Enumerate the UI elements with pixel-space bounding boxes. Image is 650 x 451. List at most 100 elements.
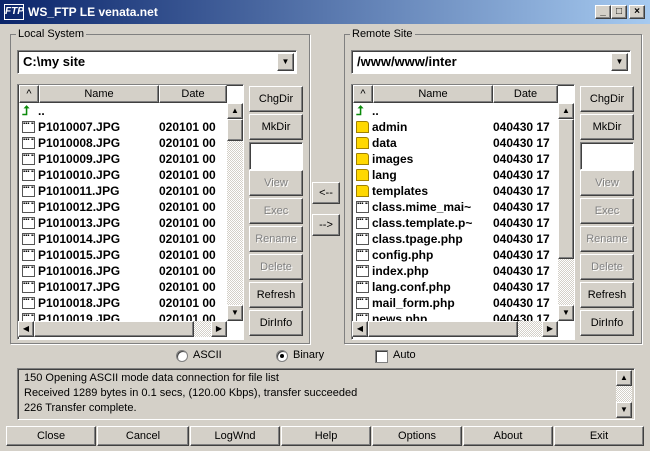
file-row[interactable]: ▪▪▪ ▪▪▪ ▪▪▪P1010012.JPG 020101 00	[18, 199, 227, 215]
remote-path-combo[interactable]: /www/www/inter ▼	[351, 50, 631, 74]
remote-exec-button[interactable]: Exec	[580, 198, 634, 224]
file-row[interactable]: ▪▪▪ ▪▪▪ ▪▪▪config.php 040430 17	[352, 247, 558, 263]
local-path-dropdown-icon[interactable]: ▼	[277, 53, 294, 71]
local-refresh-button[interactable]: Refresh	[249, 282, 303, 308]
remote-scroll-left-icon[interactable]: ◀	[352, 321, 368, 337]
remote-rename-button[interactable]: Rename	[580, 226, 634, 252]
remote-view-button[interactable]: View	[580, 170, 634, 196]
file-row[interactable]: ▪▪▪ ▪▪▪ ▪▪▪P1010015.JPG 020101 00	[18, 247, 227, 263]
remote-hscroll-track[interactable]: ◀ ▶	[352, 321, 558, 337]
remote-scroll-right-icon[interactable]: ▶	[542, 321, 558, 337]
maximize-button[interactable]: □	[611, 5, 627, 19]
local-path-text: C:\my site	[23, 54, 86, 69]
file-row[interactable]: ▪▪▪ ▪▪▪ ▪▪▪class.template.p~ 040430 17	[352, 215, 558, 231]
help-button[interactable]: Help	[281, 426, 371, 446]
local-delete-button[interactable]: Delete	[249, 254, 303, 280]
close-button[interactable]: Close	[6, 426, 96, 446]
file-row[interactable]: ▪▪▪ ▪▪▪ ▪▪▪P1010007.JPG 020101 00	[18, 119, 227, 135]
remote-path-text: /www/www/inter	[357, 54, 457, 69]
remote-vscroll-thumb[interactable]	[558, 119, 574, 259]
file-row[interactable]: ▪▪▪ ▪▪▪ ▪▪▪lang.conf.php 040430 17	[352, 279, 558, 295]
remote-vscroll-track[interactable]: ▲ ▼	[558, 103, 574, 321]
file-row[interactable]: ▪▪▪ ▪▪▪ ▪▪▪P1010009.JPG 020101 00	[18, 151, 227, 167]
exit-button[interactable]: Exit	[554, 426, 644, 446]
about-button[interactable]: About	[463, 426, 553, 446]
remote-file-list[interactable]: ^ Name Date ⮥.. admin 040430 17 data 040430 …	[351, 84, 575, 340]
file-icon: ▪▪▪ ▪▪▪ ▪▪▪	[356, 201, 369, 213]
file-row[interactable]: ⮥..	[18, 103, 227, 119]
message-log[interactable]: 150 Opening ASCII mode data connection f…	[17, 368, 635, 420]
file-row[interactable]: ▪▪▪ ▪▪▪ ▪▪▪class.mime_mai~ 040430 17	[352, 199, 558, 215]
local-sort-header[interactable]: ^	[19, 85, 39, 103]
local-vscroll-track[interactable]: ▲ ▼	[227, 103, 243, 321]
local-view-button[interactable]: View	[249, 170, 303, 196]
file-row[interactable]: ▪▪▪ ▪▪▪ ▪▪▪index.php 040430 17	[352, 263, 558, 279]
remote-scroll-down-icon[interactable]: ▼	[558, 305, 574, 321]
file-row[interactable]: ▪▪▪ ▪▪▪ ▪▪▪P1010010.JPG 020101 00	[18, 167, 227, 183]
local-chgdir-button[interactable]: ChgDir	[249, 86, 303, 112]
remote-sort-header[interactable]: ^	[353, 85, 373, 103]
local-scroll-up-icon[interactable]: ▲	[227, 103, 243, 119]
remote-chgdir-button[interactable]: ChgDir	[580, 86, 634, 112]
local-exec-button[interactable]: Exec	[249, 198, 303, 224]
remote-mkdir-button[interactable]: MkDir	[580, 114, 634, 140]
local-vscroll-thumb[interactable]	[227, 119, 243, 141]
local-rename-button[interactable]: Rename	[249, 226, 303, 252]
remote-path-dropdown-icon[interactable]: ▼	[611, 53, 628, 71]
download-button[interactable]: <--	[312, 182, 340, 204]
file-row[interactable]: lang 040430 17	[352, 167, 558, 183]
file-row[interactable]: ▪▪▪ ▪▪▪ ▪▪▪P1010013.JPG 020101 00	[18, 215, 227, 231]
local-hscroll-track[interactable]: ◀ ▶	[18, 321, 227, 337]
remote-date-header[interactable]: Date	[493, 85, 558, 103]
remote-scroll-up-icon[interactable]: ▲	[558, 103, 574, 119]
log-scroll-up-icon[interactable]: ▲	[616, 370, 632, 386]
log-vscroll-track[interactable]: ▲ ▼	[616, 370, 632, 418]
local-mkdir-button[interactable]: MkDir	[249, 114, 303, 140]
upload-button[interactable]: -->	[312, 214, 340, 236]
file-row[interactable]: admin 040430 17	[352, 119, 558, 135]
remote-filter-box[interactable]	[580, 142, 634, 170]
up-folder-icon: ⮥	[22, 103, 30, 118]
minimize-button[interactable]: _	[595, 5, 611, 19]
title-bar[interactable]: FTP WS_FTP LE venata.net _ □ ×	[0, 0, 650, 24]
local-name-header[interactable]: Name	[39, 85, 159, 103]
file-name: data	[372, 136, 397, 150]
local-dirinfo-button[interactable]: DirInfo	[249, 310, 303, 336]
local-date-header[interactable]: Date	[159, 85, 227, 103]
file-row[interactable]: ⮥..	[352, 103, 558, 119]
remote-name-header[interactable]: Name	[373, 85, 493, 103]
file-row[interactable]: ▪▪▪ ▪▪▪ ▪▪▪P1010014.JPG 020101 00	[18, 231, 227, 247]
log-scroll-down-icon[interactable]: ▼	[616, 402, 632, 418]
local-filter-box[interactable]	[249, 142, 303, 170]
options-button[interactable]: Options	[372, 426, 462, 446]
file-row[interactable]: ▪▪▪ ▪▪▪ ▪▪▪P1010018.JPG 020101 00	[18, 295, 227, 311]
file-row[interactable]: ▪▪▪ ▪▪▪ ▪▪▪class.tpage.php 040430 17	[352, 231, 558, 247]
file-row[interactable]: ▪▪▪ ▪▪▪ ▪▪▪P1010011.JPG 020101 00	[18, 183, 227, 199]
ascii-radio[interactable]	[176, 350, 188, 362]
file-row[interactable]: ▪▪▪ ▪▪▪ ▪▪▪P1010008.JPG 020101 00	[18, 135, 227, 151]
remote-hscroll-thumb[interactable]	[368, 321, 518, 337]
auto-checkbox[interactable]	[375, 350, 388, 363]
remote-dirinfo-button[interactable]: DirInfo	[580, 310, 634, 336]
local-file-list[interactable]: ^ Name Date ⮥..▪▪▪ ▪▪▪ ▪▪▪P1010007.JPG02…	[17, 84, 244, 340]
cancel-button[interactable]: Cancel	[97, 426, 189, 446]
file-name: P1010017.JPG	[38, 280, 121, 294]
file-row[interactable]: templates 040430 17	[352, 183, 558, 199]
remote-delete-button[interactable]: Delete	[580, 254, 634, 280]
logwnd-button[interactable]: LogWnd	[190, 426, 280, 446]
binary-radio[interactable]	[276, 350, 288, 362]
local-scroll-right-icon[interactable]: ▶	[211, 321, 227, 337]
ascii-label: ASCII	[193, 349, 222, 361]
local-scroll-down-icon[interactable]: ▼	[227, 305, 243, 321]
file-row[interactable]: images 040430 17	[352, 151, 558, 167]
file-row[interactable]: ▪▪▪ ▪▪▪ ▪▪▪P1010016.JPG 020101 00	[18, 263, 227, 279]
remote-refresh-button[interactable]: Refresh	[580, 282, 634, 308]
file-row[interactable]: ▪▪▪ ▪▪▪ ▪▪▪P1010017.JPG 020101 00	[18, 279, 227, 295]
local-hscroll-thumb[interactable]	[34, 321, 194, 337]
close-window-button[interactable]: ×	[629, 5, 645, 19]
file-row[interactable]: data 040430 17	[352, 135, 558, 151]
file-row[interactable]: ▪▪▪ ▪▪▪ ▪▪▪mail_form.php 040430 17	[352, 295, 558, 311]
local-path-combo[interactable]: C:\my site ▼	[17, 50, 297, 74]
local-rows: ⮥..▪▪▪ ▪▪▪ ▪▪▪P1010007.JPG020101 00▪▪▪ ▪…	[18, 103, 227, 327]
local-scroll-left-icon[interactable]: ◀	[18, 321, 34, 337]
